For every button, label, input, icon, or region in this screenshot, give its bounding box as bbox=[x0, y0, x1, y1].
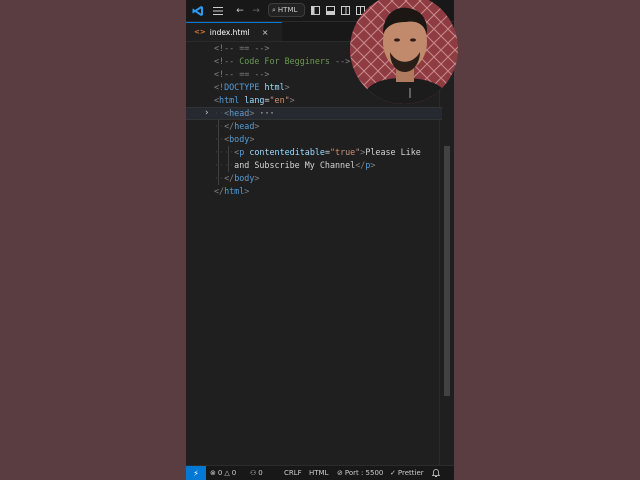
code-token: > bbox=[249, 134, 255, 144]
live-server-label: Port : 5500 bbox=[344, 469, 384, 477]
code-token: Code For Begginers bbox=[239, 56, 330, 66]
code-token: > bbox=[244, 186, 250, 196]
code-line[interactable]: </html> bbox=[186, 185, 442, 198]
code-token: > bbox=[254, 121, 260, 131]
code-token: ···· bbox=[214, 160, 235, 170]
code-token: body bbox=[229, 134, 250, 144]
command-center-search[interactable]: ⌕ HTML bbox=[268, 3, 305, 17]
code-text: <!-- == --> bbox=[214, 68, 269, 81]
code-token: <!-- == --> bbox=[214, 69, 270, 79]
ports-icon: ⚇ bbox=[250, 469, 257, 477]
code-text: </html> bbox=[214, 185, 249, 198]
ports-indicator[interactable]: ⚇ 0 bbox=[250, 466, 263, 480]
code-token: "en" bbox=[269, 95, 290, 105]
code-token: ···· bbox=[214, 147, 235, 157]
code-line[interactable]: ····and Subscribe My Channel</p> bbox=[186, 159, 442, 172]
code-line[interactable]: ··<body> bbox=[186, 133, 442, 146]
toggle-primary-sidebar-icon[interactable] bbox=[310, 3, 320, 18]
code-token: html bbox=[224, 186, 245, 196]
code-token: </ bbox=[355, 160, 366, 170]
code-text: <!-- == --> bbox=[214, 42, 269, 55]
bell-icon[interactable] bbox=[432, 466, 440, 480]
vertical-scrollbar[interactable] bbox=[444, 146, 450, 396]
code-token: ·· bbox=[214, 121, 225, 131]
code-line[interactable]: ··</body> bbox=[186, 172, 442, 185]
code-token: > bbox=[284, 82, 290, 92]
search-label: HTML bbox=[277, 6, 298, 14]
code-text: ··</body> bbox=[214, 172, 259, 185]
no-entry-icon: ⊘ bbox=[337, 469, 343, 477]
prettier-label: Prettier bbox=[397, 469, 424, 477]
error-count: 0 bbox=[217, 469, 223, 477]
code-token: contenteditable bbox=[249, 147, 325, 157]
code-token: ··· bbox=[254, 108, 275, 118]
problems-indicator[interactable]: ⊗ 0 △ 0 bbox=[210, 466, 236, 480]
code-text: ····and Subscribe My Channel</p> bbox=[214, 159, 375, 172]
back-icon[interactable]: ← bbox=[234, 3, 246, 18]
code-text: ····<p contenteditable="true">Please Lik… bbox=[214, 146, 421, 159]
forward-icon[interactable]: → bbox=[250, 3, 262, 18]
html-file-icon: <> bbox=[194, 28, 206, 36]
code-token: ·· bbox=[214, 173, 225, 183]
code-token: "true" bbox=[330, 147, 361, 157]
toggle-panel-icon[interactable] bbox=[325, 3, 335, 18]
code-token: > bbox=[254, 173, 260, 183]
code-token: </ bbox=[224, 121, 235, 131]
code-token: and Subscribe My Channel bbox=[234, 160, 356, 170]
menu-icon[interactable] bbox=[211, 3, 225, 18]
code-token: --> bbox=[329, 56, 351, 66]
code-token: head bbox=[234, 121, 255, 131]
code-text: ··</head> bbox=[214, 120, 259, 133]
code-token: DOCTYPE bbox=[224, 82, 260, 92]
code-token: </ bbox=[214, 186, 225, 196]
live-server-indicator[interactable]: ⊘ Port : 5500 bbox=[337, 466, 383, 480]
code-text: <!-- Code For Begginers --> bbox=[214, 55, 350, 68]
code-token: body bbox=[234, 173, 255, 183]
toggle-secondary-sidebar-icon[interactable] bbox=[340, 3, 350, 18]
code-line[interactable]: › ··<head> ··· bbox=[186, 107, 442, 120]
code-token: lang bbox=[244, 95, 265, 105]
code-token: > bbox=[289, 95, 295, 105]
code-editor[interactable]: <!-- == --> <!-- Code For Begginers --> <!… bbox=[186, 42, 454, 465]
remote-indicator[interactable]: ⚡ bbox=[186, 466, 206, 480]
prettier-indicator[interactable]: ✓ Prettier bbox=[390, 466, 424, 480]
code-token: </ bbox=[224, 173, 235, 183]
tab-label: index.html bbox=[209, 27, 250, 37]
code-text: ··<head> ··· bbox=[214, 108, 275, 119]
code-token: <! bbox=[214, 82, 225, 92]
code-line[interactable]: ··</head> bbox=[186, 120, 442, 133]
status-bar: ⚡ ⊗ 0 △ 0 ⚇ 0 CRLF HTML ⊘ Port : 5500 ✓ … bbox=[186, 465, 454, 480]
code-token: html bbox=[219, 95, 240, 105]
code-text: ··<body> bbox=[214, 133, 254, 146]
code-token: > bbox=[370, 160, 376, 170]
vscode-logo-icon bbox=[191, 3, 205, 18]
tab-index-html[interactable]: <> index.html × bbox=[186, 22, 282, 41]
code-token: ·· bbox=[214, 108, 225, 118]
fold-chevron-icon[interactable]: › bbox=[204, 108, 209, 119]
code-token: <!-- bbox=[214, 56, 240, 66]
code-token: head bbox=[229, 108, 250, 118]
code-line[interactable]: ····<p contenteditable="true">Please Lik… bbox=[186, 146, 442, 159]
search-icon: ⌕ bbox=[272, 5, 276, 14]
close-icon[interactable]: × bbox=[262, 28, 269, 37]
code-text: <html lang="en"> bbox=[214, 94, 295, 107]
ports-count: 0 bbox=[258, 469, 263, 477]
code-text: <!DOCTYPE html> bbox=[214, 81, 290, 94]
warning-count: 0 bbox=[231, 469, 237, 477]
eol-indicator[interactable]: CRLF bbox=[284, 466, 302, 480]
error-icon: ⊗ bbox=[210, 469, 216, 477]
check-icon: ✓ bbox=[390, 469, 396, 477]
warning-icon: △ bbox=[224, 469, 230, 477]
code-token: html bbox=[264, 82, 285, 92]
code-token: Please Like bbox=[365, 147, 421, 157]
code-token: ·· bbox=[214, 134, 225, 144]
code-token: <!-- == --> bbox=[214, 43, 270, 53]
language-indicator[interactable]: HTML bbox=[309, 466, 328, 480]
